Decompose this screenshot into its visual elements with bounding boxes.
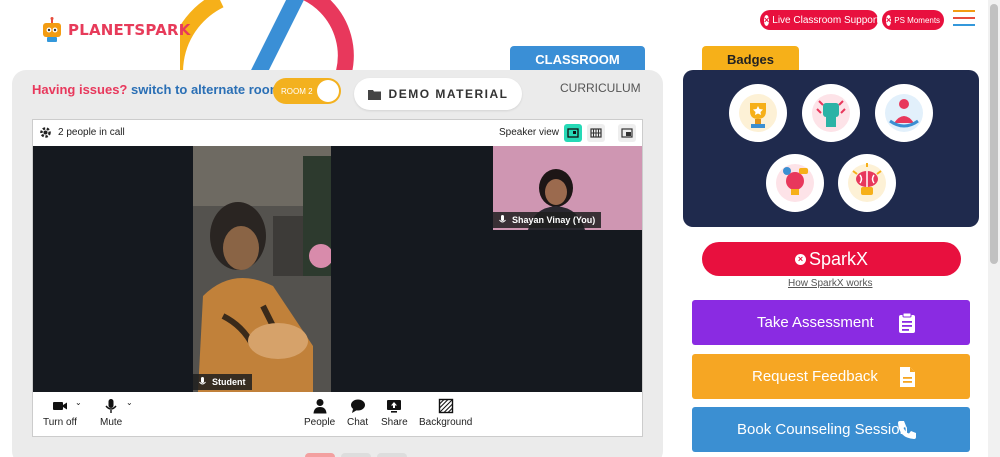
trophy-badge-icon[interactable] — [729, 84, 787, 142]
background-pattern-icon — [438, 398, 453, 414]
chat-label: Chat — [347, 417, 369, 428]
speaker-view-button[interactable] — [564, 124, 582, 142]
grid-view-icon — [590, 128, 602, 138]
alternate-room-prompt: Having issues? switch to alternate room — [32, 82, 281, 97]
demo-material-label: DEMO MATERIAL — [388, 87, 509, 101]
document-icon — [900, 367, 915, 387]
lightbulb-icon — [776, 164, 814, 202]
teacher-name: Shayan Vinay (You) — [512, 215, 596, 225]
teacher-name-tag: Shayan Vinay (You) — [493, 212, 602, 228]
carousel-dot[interactable] — [305, 453, 335, 457]
chat-bubble-icon — [350, 399, 365, 413]
close-circle-icon: × — [764, 14, 770, 26]
people-count: 2 people in call — [58, 127, 125, 138]
mute-label: Mute — [100, 417, 123, 428]
speaker-view-label: Speaker view — [499, 127, 560, 138]
background-button[interactable]: Background — [419, 398, 472, 428]
video-camera-icon — [52, 402, 67, 410]
microphone-icon — [499, 215, 506, 223]
carousel-dot[interactable] — [341, 453, 371, 457]
take-assessment-button[interactable]: Take Assessment — [692, 300, 970, 345]
hamburger-menu-icon[interactable] — [953, 10, 975, 28]
close-circle-icon: × — [794, 253, 806, 265]
book-counseling-label: Book Counseling Session — [737, 421, 908, 438]
carousel-indicators — [305, 453, 407, 457]
student-video-tile[interactable] — [193, 146, 331, 392]
student-name: Student — [212, 377, 246, 387]
speaker-view-icon — [567, 128, 579, 138]
room-toggle-label: ROOM 2 — [281, 86, 313, 96]
sparkx-label: SparkX — [808, 248, 869, 269]
share-screen-icon — [387, 400, 402, 413]
how-sparkx-works-link[interactable]: How SparkX works — [788, 278, 872, 289]
video-options-chevron-icon[interactable]: ⌄ — [75, 398, 82, 407]
sparkx-button[interactable]: × SparkX — [702, 242, 961, 276]
meditation-icon — [885, 94, 923, 132]
picture-in-picture-button[interactable] — [618, 124, 636, 142]
robot-logo-icon — [43, 17, 61, 42]
audio-options-chevron-icon[interactable]: ⌄ — [126, 398, 133, 407]
mute-button[interactable]: Mute — [100, 398, 122, 428]
book-counseling-session-button[interactable]: Book Counseling Session — [692, 407, 970, 452]
gallery-view-button[interactable] — [587, 124, 605, 142]
gear-icon[interactable] — [39, 126, 52, 139]
share-button[interactable]: Share — [381, 398, 408, 428]
scrollbar-thumb[interactable] — [990, 4, 998, 264]
pip-icon — [621, 128, 633, 138]
turn-off-label: Turn off — [43, 417, 77, 428]
brain-badge-icon[interactable] — [838, 154, 896, 212]
close-circle-icon: × — [886, 14, 892, 26]
phone-icon — [898, 421, 916, 439]
raised-fist-icon — [812, 94, 850, 132]
planetspark-logo[interactable]: PLANETSPARK — [40, 17, 191, 43]
folder-icon — [367, 89, 381, 100]
toggle-knob — [317, 80, 339, 102]
background-label: Background — [419, 417, 473, 428]
demo-material-button[interactable]: DEMO MATERIAL — [354, 78, 522, 110]
meditation-badge-icon[interactable] — [875, 84, 933, 142]
tab-curriculum[interactable]: CURRICULUM — [560, 81, 641, 95]
clipboard-icon — [899, 312, 915, 333]
brain-icon — [848, 163, 886, 202]
chat-button[interactable]: Chat — [347, 398, 368, 428]
people-button[interactable]: People — [304, 398, 335, 428]
logo-text-spark: SPARK — [134, 21, 191, 39]
call-controls: Turn off ⌄ Mute ⌄ People Chat Share Back… — [33, 392, 642, 438]
ps-moments-label: PS Moments — [894, 15, 941, 25]
live-support-label: Live Classroom Support — [772, 14, 879, 26]
page-scrollbar[interactable] — [988, 0, 1000, 457]
microphone-icon — [199, 377, 206, 385]
trophy-icon — [739, 94, 777, 132]
student-video-frame — [193, 146, 331, 392]
room-toggle[interactable]: ROOM 2 — [273, 78, 341, 104]
request-feedback-button[interactable]: Request Feedback — [692, 354, 970, 399]
carousel-dot[interactable] — [377, 453, 407, 457]
share-label: Share — [381, 417, 408, 428]
issues-question: Having issues? — [32, 82, 128, 97]
switch-room-link[interactable]: switch to alternate room — [131, 82, 281, 97]
logo-text-planet: PLANET — [68, 21, 135, 39]
person-icon — [313, 399, 327, 414]
video-stage: Student Shayan Vinay (You) — [33, 146, 642, 392]
microphone-icon — [105, 399, 117, 413]
take-assessment-label: Take Assessment — [757, 314, 874, 331]
student-name-tag: Student — [193, 374, 252, 390]
call-toolbar: 2 people in call Speaker view — [33, 120, 642, 146]
ps-moments-button[interactable]: × PS Moments — [882, 10, 944, 30]
people-label: People — [304, 417, 336, 428]
fist-badge-icon[interactable] — [802, 84, 860, 142]
video-call-window: 2 people in call Speaker view Student Sh… — [32, 119, 643, 437]
request-feedback-label: Request Feedback — [752, 368, 878, 385]
live-classroom-support-button[interactable]: × Live Classroom Support — [760, 10, 879, 30]
turn-off-video-button[interactable]: Turn off — [43, 398, 77, 428]
lightbulb-badge-icon[interactable] — [766, 154, 824, 212]
